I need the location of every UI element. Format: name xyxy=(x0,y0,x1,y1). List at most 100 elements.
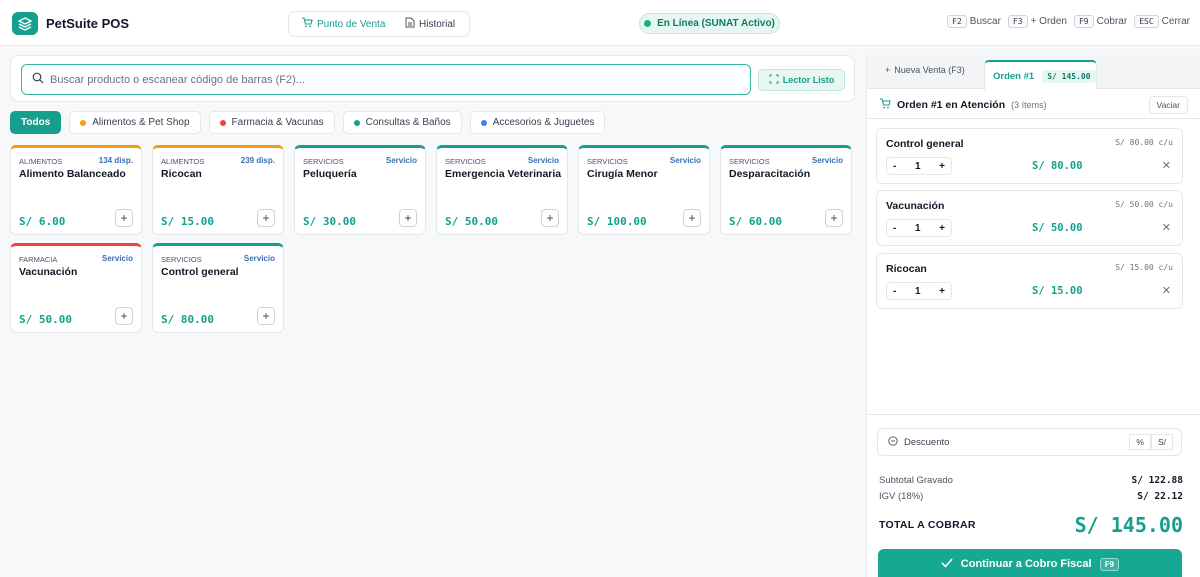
connection-status-text: En Línea (SUNAT Activo) xyxy=(657,18,775,29)
category-dot-icon xyxy=(353,119,360,126)
document-icon xyxy=(405,17,415,31)
order-item-name: Ricocan xyxy=(886,263,927,275)
category-consultas[interactable]: Consultas & Baños xyxy=(342,111,462,134)
order-title: Orden #1 en Atención xyxy=(897,99,1006,111)
order-header: Orden #1 en Atención (3 ítems) xyxy=(879,98,1189,112)
total-value: S/ 145.00 xyxy=(1074,513,1183,537)
category-dot-icon xyxy=(80,119,87,126)
product-price: S/ 60.00 xyxy=(729,215,782,228)
category-alimentos[interactable]: Alimentos & Pet Shop xyxy=(69,111,201,134)
subtotal-row: Subtotal Gravado S/ 122.88 xyxy=(879,475,1183,486)
product-card[interactable]: ALIMENTOS 134 disp. Alimento Balanceado … xyxy=(10,145,142,235)
product-category: SERVICIOS xyxy=(587,157,628,166)
product-price: S/ 6.00 xyxy=(19,215,66,228)
checkout-shortcut-key: F9 xyxy=(1099,557,1120,571)
nav-historial[interactable]: Historial xyxy=(405,12,455,36)
product-category: SERVICIOS xyxy=(303,157,344,166)
igv-row: IGV (18%) S/ 22.12 xyxy=(879,491,1183,502)
shortcut-key: F9 xyxy=(1073,15,1094,28)
product-stock: Servicio xyxy=(527,156,559,165)
category-farmacia[interactable]: Farmacia & Vacunas xyxy=(208,111,335,134)
category-filters: Todos Alimentos & Pet Shop Farmacia & Va… xyxy=(10,111,606,135)
keyboard-shortcuts: F2 Buscar F3 + Orden F9 Cobrar ESC Cerrar xyxy=(947,15,1190,28)
product-card[interactable]: FARMACIA Servicio Vacunación S/ 50.00 + xyxy=(10,243,142,333)
product-category: SERVICIOS xyxy=(445,157,486,166)
scanner-status-button[interactable]: Lector Listo xyxy=(758,69,845,91)
add-to-order-button[interactable]: + xyxy=(399,209,417,227)
product-card[interactable]: SERVICIOS Servicio Emergencia Veterinari… xyxy=(436,145,568,235)
checkout-button[interactable]: Continuar a Cobro Fiscal F9 xyxy=(878,549,1182,577)
increase-qty-button[interactable]: + xyxy=(939,223,945,234)
order-item: Vacunación S/ 50.00 c/u - 1 + S/ 50.00 ✕ xyxy=(876,190,1183,246)
total-label: TOTAL A COBRAR xyxy=(879,519,976,531)
top-bar: PetSuite POS Punto de Venta Historial En… xyxy=(0,0,1200,46)
subtotal-label: Subtotal Gravado xyxy=(879,475,953,486)
product-card[interactable]: SERVICIOS Servicio Peluquería S/ 30.00 + xyxy=(294,145,426,235)
order-tab-label: Orden #1 xyxy=(993,70,1035,82)
shortcut-key: ESC xyxy=(1134,15,1159,28)
product-stock: 134 disp. xyxy=(98,156,133,165)
order-tab-1[interactable]: Orden #1 S/ 145.00 xyxy=(984,60,1097,90)
decrease-qty-button[interactable]: - xyxy=(893,223,896,234)
new-sale-tab[interactable]: + Nueva Venta (F3) xyxy=(885,65,965,75)
add-to-order-button[interactable]: + xyxy=(257,209,275,227)
product-price: S/ 50.00 xyxy=(19,313,72,326)
product-category: SERVICIOS xyxy=(161,255,202,264)
add-to-order-button[interactable]: + xyxy=(683,209,701,227)
remove-item-icon[interactable]: ✕ xyxy=(1162,159,1171,172)
product-stock: Servicio xyxy=(811,156,843,165)
clear-order-button[interactable]: Vaciar xyxy=(1148,96,1188,114)
quantity-stepper: - 1 + xyxy=(886,219,952,237)
add-to-order-button[interactable]: + xyxy=(541,209,559,227)
add-to-order-button[interactable]: + xyxy=(825,209,843,227)
product-name: Desparacitación xyxy=(729,168,811,180)
shortcut-orden: F3 + Orden xyxy=(1007,15,1067,28)
category-dot-icon xyxy=(480,119,487,126)
product-card[interactable]: SERVICIOS Servicio Desparacitación S/ 60… xyxy=(720,145,852,235)
product-stock: Servicio xyxy=(243,254,275,263)
add-to-order-button[interactable]: + xyxy=(115,307,133,325)
category-accesorios[interactable]: Accesorios & Juguetes xyxy=(469,111,606,134)
category-todos[interactable]: Todos xyxy=(10,111,62,134)
category-label: Accesorios & Juguetes xyxy=(492,117,595,128)
nav-punto-de-venta[interactable]: Punto de Venta xyxy=(301,12,385,36)
app-title: PetSuite POS xyxy=(46,16,130,31)
product-name: Cirugía Menor xyxy=(587,168,658,180)
order-item-name: Control general xyxy=(886,138,964,150)
connection-status-badge: En Línea (SUNAT Activo) xyxy=(639,13,780,34)
decrease-qty-button[interactable]: - xyxy=(893,161,896,172)
search-input[interactable] xyxy=(50,73,730,86)
discount-amount-button[interactable]: S/ xyxy=(1150,434,1173,450)
product-card[interactable]: SERVICIOS Servicio Control general S/ 80… xyxy=(152,243,284,333)
discount-field[interactable]: Descuento % S/ xyxy=(877,428,1182,456)
order-tab-total: S/ 145.00 xyxy=(1042,69,1096,83)
shortcut-label: Buscar xyxy=(969,16,1001,27)
remove-item-icon[interactable]: ✕ xyxy=(1162,221,1171,234)
decrease-qty-button[interactable]: - xyxy=(893,286,896,297)
add-to-order-button[interactable]: + xyxy=(257,307,275,325)
total-row: TOTAL A COBRAR S/ 145.00 xyxy=(879,513,1183,537)
search-box xyxy=(21,64,751,95)
category-dot-icon xyxy=(219,119,226,126)
product-name: Peluquería xyxy=(303,168,357,180)
plus-icon: + xyxy=(885,65,891,75)
quantity-value: 1 xyxy=(914,285,921,297)
add-to-order-button[interactable]: + xyxy=(115,209,133,227)
remove-item-icon[interactable]: ✕ xyxy=(1162,284,1171,297)
order-item-count: (3 ítems) xyxy=(1011,100,1047,110)
product-category: ALIMENTOS xyxy=(19,157,63,166)
product-stock: Servicio xyxy=(101,254,133,263)
layers-logo-icon xyxy=(12,12,38,35)
new-sale-tab-label: Nueva Venta (F3) xyxy=(894,65,965,75)
discount-percent-button[interactable]: % xyxy=(1129,434,1151,450)
quantity-stepper: - 1 + xyxy=(886,157,952,175)
increase-qty-button[interactable]: + xyxy=(939,286,945,297)
product-card[interactable]: ALIMENTOS 239 disp. Ricocan S/ 15.00 + xyxy=(152,145,284,235)
online-dot-icon xyxy=(644,20,652,27)
quantity-value: 1 xyxy=(914,222,921,234)
shortcut-buscar: F2 Buscar xyxy=(947,15,1001,28)
increase-qty-button[interactable]: + xyxy=(939,161,945,172)
nav-historial-label: Historial xyxy=(419,18,456,30)
discount-label: Descuento xyxy=(904,436,950,448)
product-card[interactable]: SERVICIOS Servicio Cirugía Menor S/ 100.… xyxy=(578,145,710,235)
